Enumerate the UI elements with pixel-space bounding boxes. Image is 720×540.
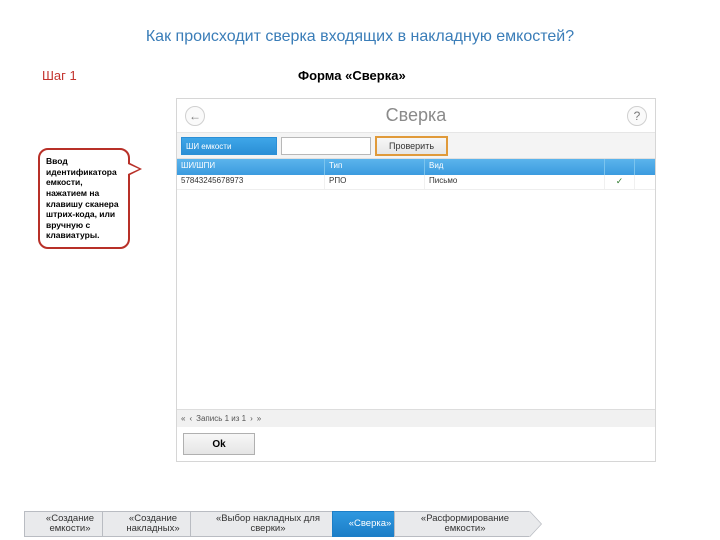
help-icon: ? xyxy=(634,109,641,123)
id-input[interactable] xyxy=(281,137,371,155)
ok-button[interactable]: Ok xyxy=(183,433,255,455)
step-disband[interactable]: «Расформирование емкости» xyxy=(394,511,530,537)
back-arrow-icon: ← xyxy=(189,109,201,123)
step-label-4: «Сверка» xyxy=(349,519,392,529)
step-label-1: «Создание емкости» xyxy=(39,514,101,534)
toolbar: ШИ емкости Проверить xyxy=(177,133,655,159)
record-counter: Запись 1 из 1 xyxy=(196,414,246,423)
cell-type: РПО xyxy=(325,175,425,189)
col-type[interactable]: Тип xyxy=(325,159,425,175)
step-create-container[interactable]: «Создание емкости» xyxy=(24,511,110,537)
help-button[interactable]: ? xyxy=(627,106,647,126)
nav-first-icon[interactable]: « xyxy=(181,414,185,423)
step-label-3: «Выбор накладных для сверки» xyxy=(205,514,331,534)
data-grid: ШИ/ШПИ Тип Вид 57843245678973 РПО Письмо… xyxy=(177,159,655,427)
slide-title: Как происходит сверка входящих в накладн… xyxy=(0,0,720,56)
app-window: ← Сверка ? ШИ емкости Проверить ШИ/ШПИ Т… xyxy=(176,98,656,462)
checkmark-icon: ✓ xyxy=(605,175,635,189)
nav-prev-icon[interactable]: ‹ xyxy=(189,414,192,423)
callout-tail xyxy=(128,162,142,176)
cell-shi: 57843245678973 xyxy=(177,175,325,189)
step-label-5: «Расформирование емкости» xyxy=(409,514,521,534)
form-title: Форма «Сверка» xyxy=(298,68,406,83)
step-select-waybills[interactable]: «Выбор накладных для сверки» xyxy=(190,511,340,537)
step-create-waybills[interactable]: «Создание накладных» xyxy=(102,511,198,537)
window-title: Сверка xyxy=(205,105,627,126)
callout-bubble: Ввод идентификатора емкости, нажатием на… xyxy=(38,148,130,249)
grid-footer: « ‹ Запись 1 из 1 › » xyxy=(177,409,655,427)
verify-button[interactable]: Проверить xyxy=(375,136,448,156)
callout-text: Ввод идентификатора емкости, нажатием на… xyxy=(46,156,119,240)
cell-kind: Письмо xyxy=(425,175,605,189)
id-field-label: ШИ емкости xyxy=(181,137,277,155)
grid-header: ШИ/ШПИ Тип Вид xyxy=(177,159,655,175)
table-row[interactable]: 57843245678973 РПО Письмо ✓ xyxy=(177,175,655,190)
step-label-2: «Создание накладных» xyxy=(117,514,189,534)
col-kind[interactable]: Вид xyxy=(425,159,605,175)
nav-last-icon[interactable]: » xyxy=(257,414,261,423)
col-shi[interactable]: ШИ/ШПИ xyxy=(177,159,325,175)
process-steps: «Создание емкости» «Создание накладных» … xyxy=(24,510,720,538)
back-button[interactable]: ← xyxy=(185,106,205,126)
app-header: ← Сверка ? xyxy=(177,99,655,133)
nav-next-icon[interactable]: › xyxy=(250,414,253,423)
step-verification[interactable]: «Сверка» xyxy=(332,511,402,537)
step-label: Шаг 1 xyxy=(42,68,77,83)
col-check[interactable] xyxy=(605,159,635,175)
